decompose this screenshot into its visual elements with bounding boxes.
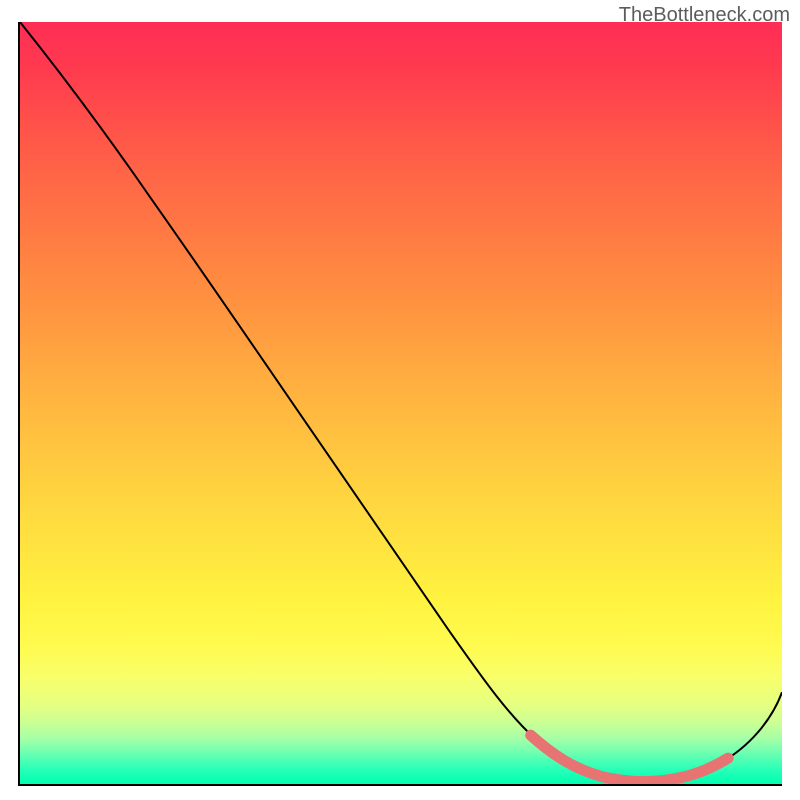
- watermark-text: TheBottleneck.com: [619, 4, 790, 27]
- optimal-segment-highlight: [531, 735, 728, 781]
- chart-svg: [20, 22, 782, 784]
- plot-area: [18, 22, 782, 786]
- bottleneck-curve: [20, 22, 782, 782]
- chart-container: TheBottleneck.com: [0, 0, 800, 800]
